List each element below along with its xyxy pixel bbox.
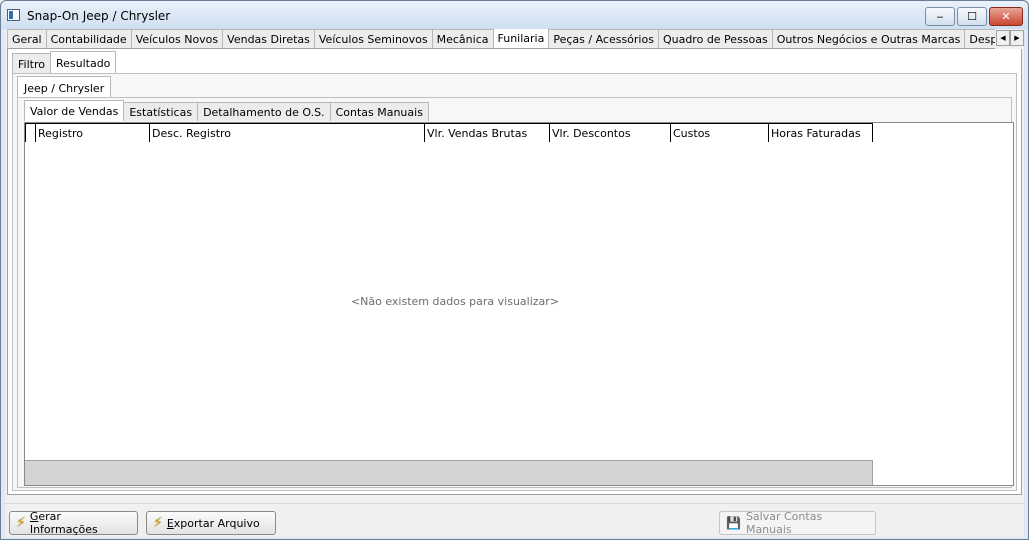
brand-panel: Valor de Vendas Estatísticas Detalhamento … [17, 97, 1014, 488]
sub-tab-strip: Filtro Resultado [12, 51, 117, 73]
tab-funilaria[interactable]: Funilaria [492, 29, 550, 48]
tab-jeep-chrysler[interactable]: Jeep / Chrysler [17, 76, 112, 97]
tab-scroll-right-button[interactable]: ▶ [1010, 30, 1024, 46]
tab-pecas-acessorios[interactable]: Peças / Acessórios [548, 29, 659, 48]
tab-valor-de-vendas[interactable]: Valor de Vendas [24, 100, 125, 121]
tab-veiculos-novos[interactable]: Veículos Novos [130, 29, 224, 48]
app-icon [7, 9, 20, 21]
tab-vendas-diretas[interactable]: Vendas Diretas [222, 29, 315, 48]
tab-contas-manuais[interactable]: Contas Manuais [329, 102, 429, 121]
tab-quadro-de-pessoas[interactable]: Quadro de Pessoas [657, 29, 773, 48]
tab-detalhamento-os[interactable]: Detalhamento de O.S. [197, 102, 331, 121]
row-selector-header[interactable] [25, 123, 36, 142]
window-title: Snap-On Jeep / Chrysler [27, 9, 171, 23]
funilaria-panel: Filtro Resultado Jeep / Chrysler Valor de… [7, 49, 1022, 495]
empty-grid-message: <Não existem dados para visualizar> [350, 295, 560, 308]
lightning-icon: ⚡ [16, 515, 26, 531]
tab-estatisticas[interactable]: Estatísticas [123, 102, 199, 121]
grid-header: Registro Desc. Registro Vlr. Vendas Brut… [25, 123, 873, 142]
grid-footer [25, 460, 873, 485]
brand-tab-strip: Jeep / Chrysler [17, 76, 112, 97]
gerar-informacoes-button[interactable]: ⚡ Gerar Informações [9, 510, 138, 536]
column-header-custos[interactable]: Custos [671, 123, 769, 142]
tab-resultado[interactable]: Resultado [49, 51, 117, 73]
tab-despesas-gerais[interactable]: Despesas Gerais por D [964, 29, 995, 48]
salvar-contas-manuais-label: Salvar Contas Manuais [745, 510, 823, 536]
chevron-left-icon: ◀ [1000, 34, 1006, 42]
maximize-button[interactable]: ☐ [957, 7, 987, 26]
minimize-button[interactable]: ‒ [925, 7, 955, 26]
tab-contabilidade[interactable]: Contabilidade [45, 29, 132, 48]
salvar-contas-manuais-button[interactable]: 💾 Salvar Contas Manuais [719, 510, 876, 536]
gerar-informacoes-label: Gerar Informações [29, 510, 98, 536]
client-area: Geral Contabilidade Veículos Novos Vendas D… [5, 29, 1024, 537]
column-header-vlr-descontos[interactable]: Vlr. Descontos [550, 123, 671, 142]
tab-scroll-left-button[interactable]: ◀ [996, 30, 1010, 46]
minimize-icon: ‒ [936, 10, 944, 23]
column-header-registro[interactable]: Registro [36, 123, 150, 142]
column-header-desc-registro[interactable]: Desc. Registro [150, 123, 425, 142]
column-header-vlr-vendas-brutas[interactable]: Vlr. Vendas Brutas [425, 123, 550, 142]
detail-tab-strip: Valor de Vendas Estatísticas Detalhamento … [24, 100, 429, 122]
title-bar[interactable]: Snap-On Jeep / Chrysler ‒ ☐ ✕ [1, 1, 1028, 29]
tab-filtro[interactable]: Filtro [12, 53, 51, 73]
column-header-horas-faturadas[interactable]: Horas Faturadas [769, 123, 873, 142]
tab-outros-negocios[interactable]: Outros Negócios e Outras Marcas [771, 29, 966, 48]
close-icon: ✕ [1001, 10, 1011, 23]
exportar-arquivo-label: Exportar Arquivo [166, 516, 260, 530]
close-button[interactable]: ✕ [989, 7, 1023, 26]
resultado-panel: Jeep / Chrysler Valor de Vendas Estatísti… [12, 73, 1017, 491]
main-tab-strip: Geral Contabilidade Veículos Novos Vendas D… [7, 29, 995, 49]
app-window: Snap-On Jeep / Chrysler ‒ ☐ ✕ Geral Conta… [0, 0, 1029, 540]
tab-veiculos-seminovos[interactable]: Veículos Seminovos [313, 29, 433, 48]
maximize-icon: ☐ [967, 10, 977, 23]
exportar-arquivo-button[interactable]: ⚡ Exportar Arquivo [146, 511, 276, 535]
tab-mecanica[interactable]: Mecânica [431, 29, 494, 48]
tab-geral[interactable]: Geral [7, 29, 47, 48]
chevron-right-icon: ▶ [1014, 34, 1020, 42]
save-icon: 💾 [726, 516, 741, 530]
lightning-icon: ⚡ [153, 515, 163, 531]
data-grid[interactable]: Registro Desc. Registro Vlr. Vendas Brut… [24, 122, 1014, 486]
bottom-button-bar: ⚡ Gerar Informações ⚡ Exportar Arquivo 💾… [5, 503, 1024, 537]
